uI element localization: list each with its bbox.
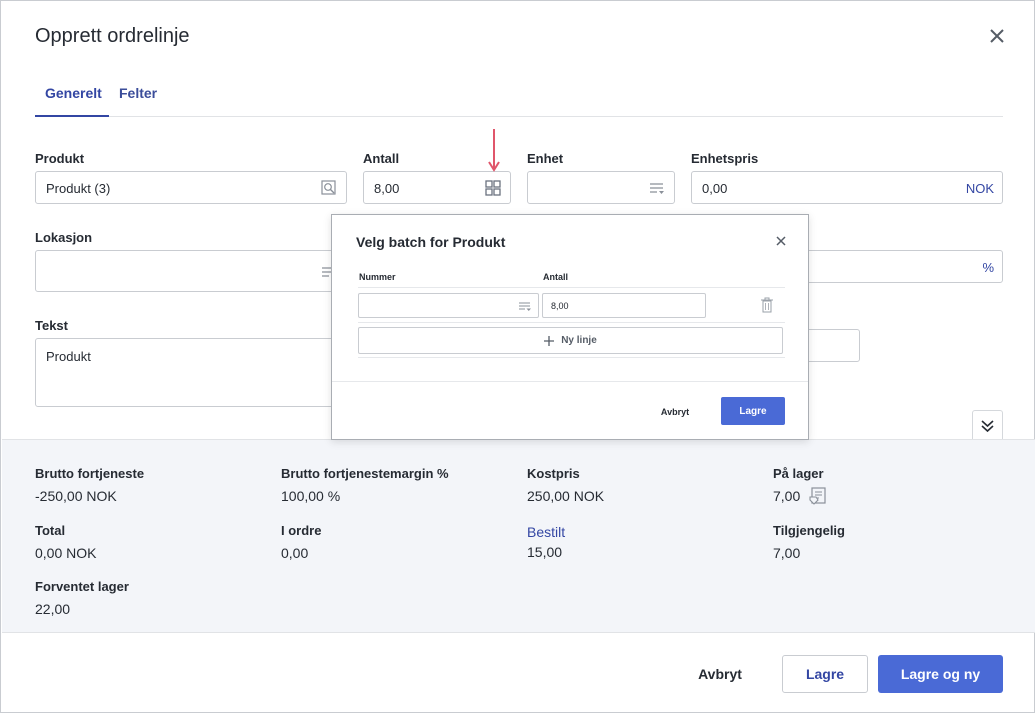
produkt-value: Produkt (3) bbox=[46, 181, 111, 196]
batch-save-button[interactable]: Lagre bbox=[721, 397, 785, 425]
list-filter-icon[interactable] bbox=[518, 299, 532, 313]
i-ordre-label: I ordre bbox=[281, 523, 322, 538]
brutto-margin-label: Brutto fortjenestemargin % bbox=[281, 466, 449, 481]
enhet-label: Enhet bbox=[527, 151, 564, 166]
save-button[interactable]: Lagre bbox=[782, 655, 868, 693]
plus-icon bbox=[544, 335, 555, 346]
tilgjengelig-value: 7,00 bbox=[773, 545, 801, 561]
stock-list-icon[interactable] bbox=[808, 486, 828, 506]
total-label: Total bbox=[35, 523, 66, 538]
list-divider bbox=[358, 357, 785, 358]
search-icon[interactable] bbox=[320, 179, 338, 197]
tab-generelt[interactable]: Generelt bbox=[35, 83, 109, 117]
batch-cancel-button[interactable]: Avbryt bbox=[646, 401, 704, 423]
lokasjon-field[interactable] bbox=[35, 250, 347, 292]
currency-suffix: NOK bbox=[965, 181, 994, 196]
add-new-line-button[interactable]: Ny linje bbox=[358, 327, 783, 354]
kostpris-label: Kostpris bbox=[527, 466, 580, 481]
create-order-line-dialog: Opprett ordrelinje Generelt Felter Produ… bbox=[0, 0, 1035, 713]
column-header-antall: Antall bbox=[543, 272, 569, 282]
antall-label: Antall bbox=[363, 151, 400, 166]
brutto-fortjeneste-value: -250,00 NOK bbox=[35, 488, 117, 504]
new-line-label: Ny linje bbox=[561, 335, 597, 346]
row-divider bbox=[358, 322, 785, 323]
annotation-arrow-icon bbox=[486, 128, 502, 174]
dialog-title: Opprett ordrelinje bbox=[35, 25, 190, 47]
kostpris-value: 250,00 NOK bbox=[527, 488, 605, 504]
list-filter-icon[interactable] bbox=[648, 179, 666, 197]
close-icon[interactable] bbox=[986, 25, 1008, 47]
brutto-fortjeneste-label: Brutto fortjeneste bbox=[35, 466, 145, 481]
chevron-double-down-icon bbox=[981, 420, 994, 433]
percent-suffix: % bbox=[982, 260, 994, 275]
batch-quantity-value: 8,00 bbox=[551, 301, 569, 311]
header-divider bbox=[358, 287, 785, 288]
tekst-value: Produkt bbox=[46, 349, 91, 364]
pa-lager-value: 7,00 bbox=[773, 488, 801, 504]
bestilt-value: 15,00 bbox=[527, 544, 563, 560]
column-header-nummer: Nummer bbox=[359, 272, 396, 282]
close-icon[interactable] bbox=[774, 234, 788, 248]
tab-felter[interactable]: Felter bbox=[119, 83, 159, 117]
footer-divider bbox=[332, 381, 808, 382]
forventet-lager-label: Forventet lager bbox=[35, 579, 129, 594]
tab-bar: Generelt Felter bbox=[35, 83, 1003, 117]
produkt-field[interactable]: Produkt (3) bbox=[35, 171, 347, 204]
lokasjon-label: Lokasjon bbox=[35, 230, 93, 245]
batch-popup: Velg batch for Produkt Nummer Antall 8,0… bbox=[331, 214, 809, 440]
i-ordre-value: 0,00 bbox=[281, 545, 309, 561]
pa-lager-label: På lager bbox=[773, 466, 824, 481]
trash-icon[interactable] bbox=[760, 297, 774, 313]
collapse-button[interactable] bbox=[972, 410, 1003, 440]
tekst-label: Tekst bbox=[35, 318, 68, 333]
bestilt-link[interactable]: Bestilt bbox=[527, 524, 565, 540]
grid-icon[interactable] bbox=[484, 179, 502, 197]
forventet-lager-value: 22,00 bbox=[35, 601, 71, 617]
produkt-label: Produkt bbox=[35, 151, 85, 166]
cancel-button[interactable]: Avbryt bbox=[679, 655, 761, 693]
total-value: 0,00 NOK bbox=[35, 545, 97, 561]
enhet-field[interactable] bbox=[527, 171, 675, 204]
enhetspris-value: 0,00 bbox=[702, 181, 728, 196]
batch-popup-title: Velg batch for Produkt bbox=[356, 234, 506, 250]
save-and-new-button[interactable]: Lagre og ny bbox=[878, 655, 1003, 693]
tekst-textarea[interactable]: Produkt bbox=[35, 338, 347, 407]
tilgjengelig-label: Tilgjengelig bbox=[773, 523, 845, 538]
brutto-margin-value: 100,00 % bbox=[281, 488, 341, 504]
summary-panel: Brutto fortjeneste -250,00 NOK Brutto fo… bbox=[2, 439, 1035, 633]
antall-field[interactable]: 8,00 bbox=[363, 171, 511, 204]
antall-value: 8,00 bbox=[374, 181, 400, 196]
enhetspris-field[interactable]: 0,00 NOK bbox=[691, 171, 1003, 204]
enhetspris-label: Enhetspris bbox=[691, 151, 759, 166]
batch-number-field[interactable] bbox=[358, 293, 539, 318]
batch-quantity-field[interactable]: 8,00 bbox=[542, 293, 706, 318]
